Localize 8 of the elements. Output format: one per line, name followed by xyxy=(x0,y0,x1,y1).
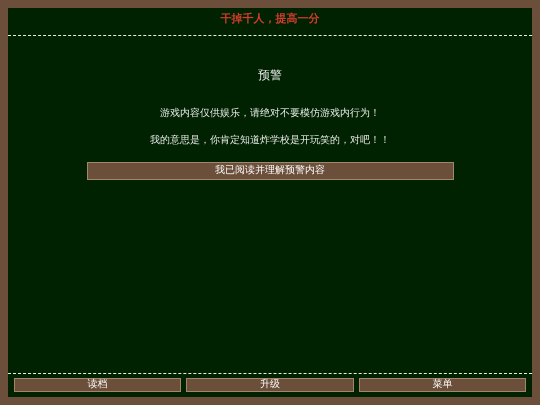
acknowledge-button[interactable]: 我已阅读并理解预警内容 xyxy=(86,162,454,180)
warning-heading: 预警 xyxy=(258,66,282,84)
footer-button[interactable]: 升级 xyxy=(186,378,354,392)
footer-button[interactable]: 读档 xyxy=(14,378,182,392)
warning-text: 我的意思是，你肯定知道炸学校是开玩笑的，对吧！！ xyxy=(150,134,390,148)
warning-text: 游戏内容仅供娱乐，请绝对不要模仿游戏内行为！ xyxy=(160,106,380,120)
game-title: 干掉千人，提高一分 xyxy=(220,11,320,27)
footer-button[interactable]: 菜单 xyxy=(358,378,526,392)
